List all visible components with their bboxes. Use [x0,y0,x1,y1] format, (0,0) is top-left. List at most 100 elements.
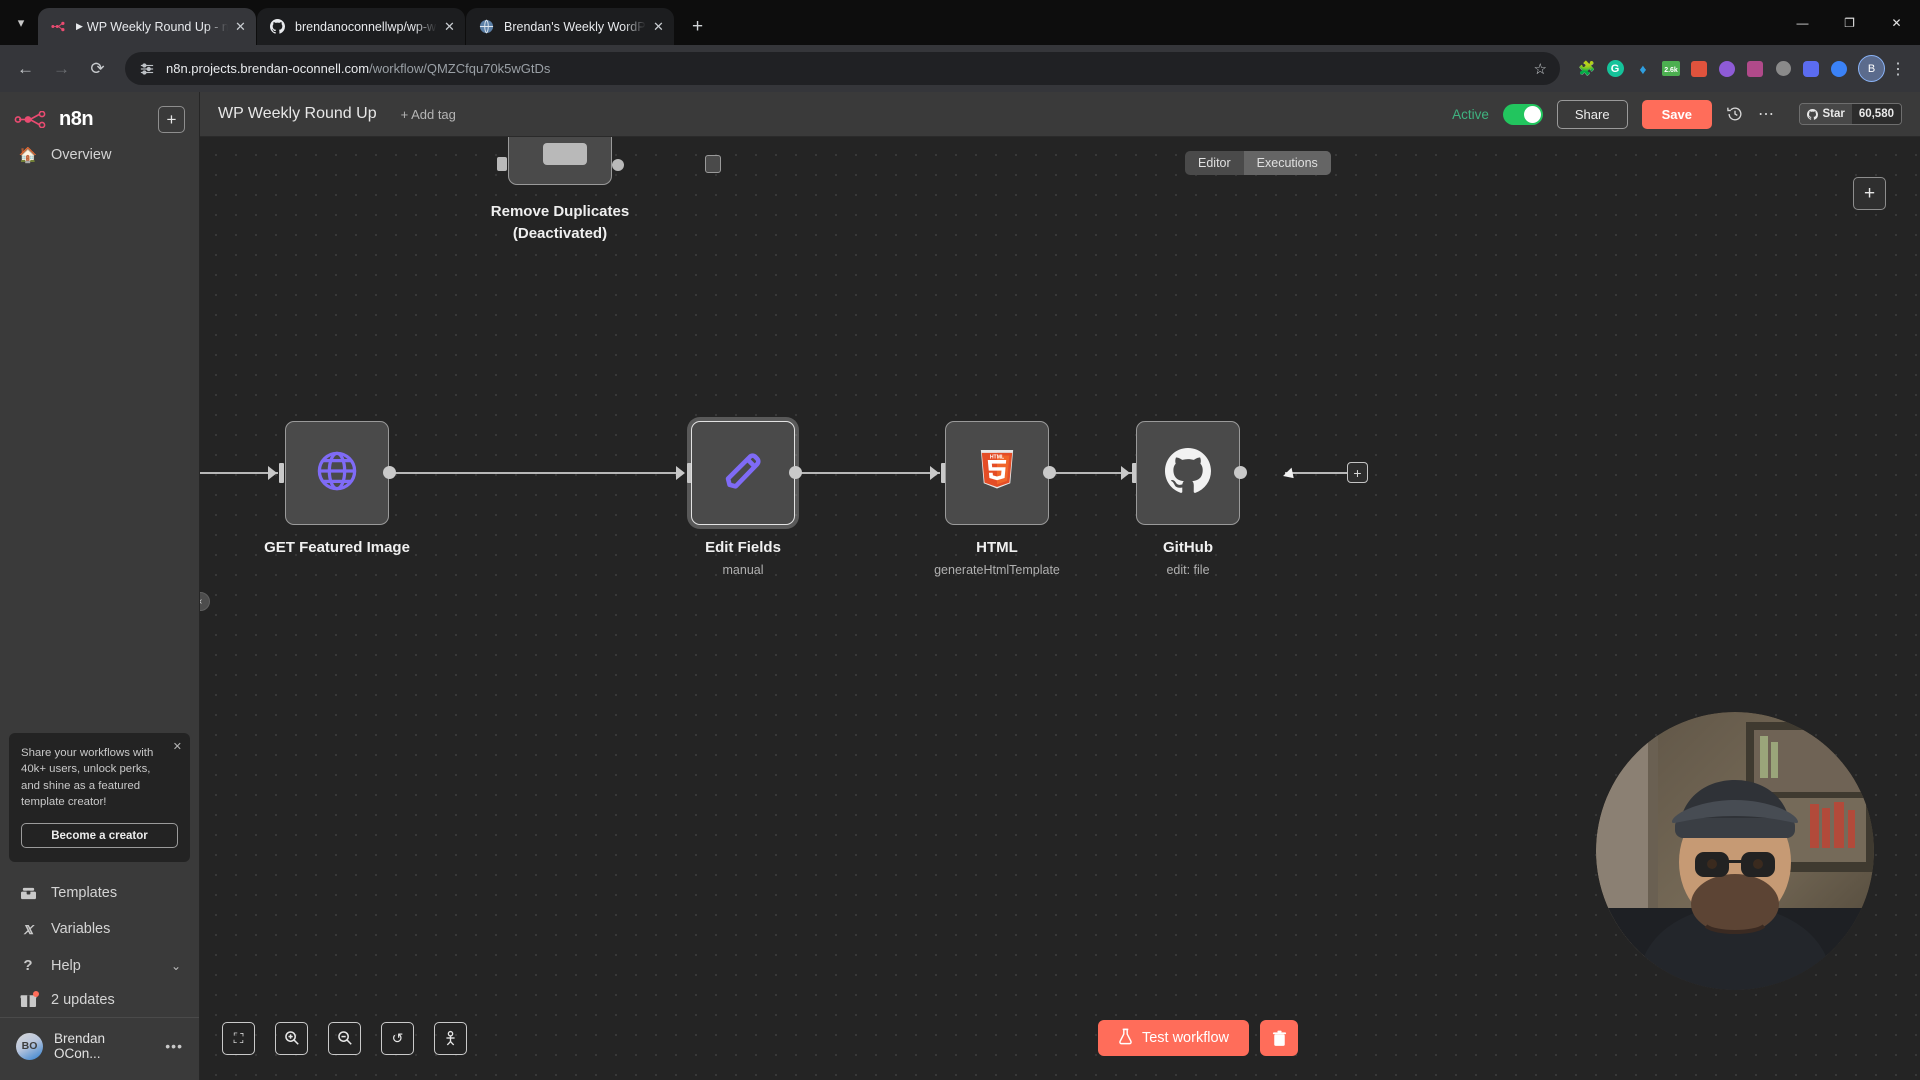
canvas-end-add-button[interactable]: + [1347,462,1368,483]
node-input-arrow-2 [676,466,685,480]
back-button[interactable]: ← [9,52,42,85]
sidebar-item-help[interactable]: ? Help ⌄ [0,948,199,983]
svg-text:HTML: HTML [990,454,1004,460]
money-extension-icon[interactable]: 2.6k [1658,56,1684,82]
blue-extension-icon[interactable] [1826,56,1852,82]
extensions-tray: 🧩 G ♦ 2.6k [1574,56,1852,82]
tab-search-chevron-icon[interactable]: ▾ [4,0,38,45]
star-icon[interactable]: ☆ [1524,60,1547,78]
node-edit-fields[interactable] [691,421,795,525]
wire-in-get-featured [200,472,278,474]
share-button[interactable]: Share [1556,99,1628,129]
address-bar[interactable]: n8n.projects.brendan-oconnell.com/workfl… [125,52,1560,85]
add-tag-button[interactable]: + Add tag [401,107,456,122]
mouse-cursor [1283,467,1298,483]
node-get-featured-image[interactable] [285,421,389,525]
tab-strip: ▾ ▶ WP Weekly Round Up - n8n ✕ brendanoc… [0,0,1920,45]
sidebar-collapse-button[interactable]: ‹ [200,592,210,611]
home-icon: 🏠 [18,147,38,164]
wire-get-to-edit [352,472,682,474]
creator-promo-card: ✕ Share your workflows with 40k+ users, … [9,732,190,862]
node-output-dot-3[interactable] [1043,466,1056,479]
tab-close-icon[interactable]: ✕ [650,18,667,35]
maximize-button[interactable]: ❐ [1826,0,1873,45]
node-output-dot-1[interactable] [383,466,396,479]
drop-extension-icon[interactable] [1770,56,1796,82]
zoom-out-button[interactable] [328,1021,361,1055]
node-chip-top [543,143,587,165]
browser-window: ▾ ▶ WP Weekly Round Up - n8n ✕ brendanoc… [0,0,1920,1080]
node-github[interactable] [1136,421,1240,525]
node-html[interactable]: HTML [945,421,1049,525]
grammarly-extension-icon[interactable]: G [1602,56,1628,82]
forward-button[interactable]: → [45,52,78,85]
github-star-widget[interactable]: Star 60,580 [1799,103,1902,125]
tab-editor[interactable]: Editor [1185,151,1244,175]
sidebar-item-updates[interactable]: 2 updates [0,983,199,1017]
reload-button[interactable]: ⟳ [81,52,114,85]
save-button[interactable]: Save [1641,99,1712,129]
sidebar-item-label: Variables [51,921,111,937]
chevron-down-icon[interactable]: ⌄ [171,959,181,973]
user-menu-icon[interactable]: ••• [165,1038,183,1054]
delete-execution-button[interactable] [1260,1020,1298,1056]
sidebar-add-button[interactable]: + [158,106,185,133]
globe-icon [478,18,495,35]
node-label-edit-fields: Edit Fields [705,539,781,556]
clock-history-icon[interactable] [1726,105,1744,123]
ellipsis-icon[interactable]: ⋯ [1758,104,1776,124]
site-settings-icon[interactable] [138,60,155,77]
workflow-canvas[interactable]: Editor Executions + Remove Duplicates (D… [200,137,1920,1080]
node-subtitle-edit-fields: manual [722,563,764,577]
loom-extension-icon[interactable] [1798,56,1824,82]
close-icon[interactable]: ✕ [173,740,182,753]
sidebar-item-variables[interactable]: 𝕩 Variables [0,910,199,948]
minimize-button[interactable]: — [1779,0,1826,45]
zoom-in-button[interactable] [275,1021,308,1055]
shield-extension-icon[interactable] [1686,56,1712,82]
active-toggle[interactable] [1502,103,1543,125]
github-star-count: 60,580 [1851,104,1901,124]
browser-tab-1[interactable]: brendanoconnellwp/wp-weekly ✕ [257,8,465,45]
sidebar-item-overview[interactable]: 🏠 Overview [0,137,199,173]
tab-audio-playing-icon: ▶ [76,21,83,31]
node-subtitle-github: edit: file [1166,563,1210,577]
puzzle-extension-icon[interactable]: 🧩 [1574,56,1600,82]
become-a-creator-button[interactable]: Become a creator [21,823,178,848]
user-name: Brendan OCon... [54,1031,106,1061]
reset-zoom-button[interactable]: ↺ [381,1021,414,1055]
notes-extension-icon[interactable] [1742,56,1768,82]
add-node-button[interactable]: + [1853,177,1886,210]
node-output-dot-4[interactable] [1234,466,1247,479]
help-icon: ? [23,957,33,974]
node-input-bar-1 [279,463,284,483]
browser-tab-2[interactable]: Brendan's Weekly WordPress N ✕ [466,8,674,45]
n8n-logo[interactable]: n8n [14,108,158,131]
tab-close-icon[interactable]: ✕ [441,18,458,35]
browser-tab-0[interactable]: ▶ WP Weekly Round Up - n8n ✕ [38,8,256,45]
node-label-get-featured-image: GET Featured Image [264,539,410,556]
tab-executions[interactable]: Executions [1243,151,1331,175]
avatar: BO [16,1032,43,1060]
new-tab-button[interactable]: + [681,10,714,43]
toggle-knob [1523,105,1541,123]
video-extension-icon[interactable] [1714,56,1740,82]
node-chip-right [612,159,624,171]
brand-text: n8n [59,108,94,130]
window-controls: — ❐ ✕ [1779,0,1920,45]
bluegem-extension-icon[interactable]: ♦ [1630,56,1656,82]
flask-icon [1118,1028,1133,1049]
close-window-button[interactable]: ✕ [1873,0,1920,45]
zoom-to-fit-button[interactable]: ⛶ [222,1021,255,1055]
profile-avatar[interactable]: B [1858,55,1885,82]
page-title[interactable]: WP Weekly Round Up [218,105,377,123]
tab-close-icon[interactable]: ✕ [232,18,249,35]
kebab-menu-icon[interactable]: ⋮ [1885,52,1911,85]
test-workflow-button[interactable]: Test workflow [1097,1020,1249,1056]
tidy-up-button[interactable] [434,1021,467,1055]
promo-text: Share your workflows with 40k+ users, un… [21,746,154,809]
url-path: /workflow/QMZCfqu70k5wGtDs [369,61,551,76]
node-output-dot-2[interactable] [789,466,802,479]
sidebar-user-row[interactable]: BO Brendan OCon... ••• [0,1017,199,1074]
sidebar-item-templates[interactable]: Templates [0,876,199,910]
